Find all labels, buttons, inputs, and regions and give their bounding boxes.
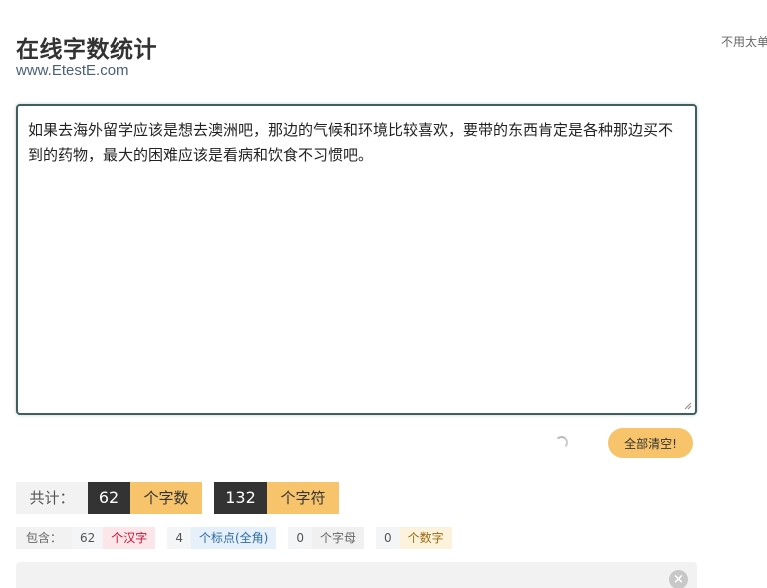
total-summary: 共计： 62 个字数 132 个字符 — [16, 482, 339, 514]
detail-breakdown: 包含： 62 个汉字 4 个标点(全角) 0 个字母 0 个数字 — [16, 527, 464, 549]
site-url[interactable]: www.EtestE.com — [16, 62, 129, 79]
clear-all-button[interactable]: 全部清空! — [608, 428, 693, 458]
hanzi-unit: 个汉字 — [103, 527, 156, 549]
digit-chip: 0 个数字 — [375, 527, 452, 549]
letter-unit: 个字母 — [311, 527, 364, 549]
char-count-unit: 个字符 — [267, 482, 339, 514]
char-count-value: 132 — [214, 482, 267, 514]
letter-count: 0 — [288, 527, 312, 549]
detail-label: 包含： — [16, 527, 73, 549]
side-note: 不用太单 — [721, 35, 767, 49]
page-title: 在线字数统计 — [16, 37, 157, 63]
punct-chip: 4 个标点(全角) — [167, 527, 277, 549]
loading-spinner-icon — [555, 436, 568, 449]
total-label: 共计： — [16, 482, 88, 514]
hanzi-chip: 包含： 62 个汉字 — [16, 527, 156, 549]
text-editor: 如果去海外留学应该是想去澳洲吧，那边的气候和环境比较喜欢，要带的东西肯定是各种那… — [16, 104, 697, 415]
word-count-value: 62 — [88, 482, 130, 514]
punct-count: 4 — [167, 527, 191, 549]
hanzi-count: 62 — [72, 527, 104, 549]
letter-chip: 0 个字母 — [288, 527, 364, 549]
result-panel — [16, 562, 697, 588]
text-input[interactable]: 如果去海外留学应该是想去澳洲吧，那边的气候和环境比较喜欢，要带的东西肯定是各种那… — [28, 118, 685, 401]
punct-unit: 个标点(全角) — [190, 527, 277, 549]
digit-unit: 个数字 — [399, 527, 452, 549]
word-count-unit: 个字数 — [130, 482, 202, 514]
resize-grip-icon[interactable] — [684, 402, 692, 410]
digit-count: 0 — [375, 527, 400, 549]
close-icon[interactable]: × — [669, 570, 688, 588]
